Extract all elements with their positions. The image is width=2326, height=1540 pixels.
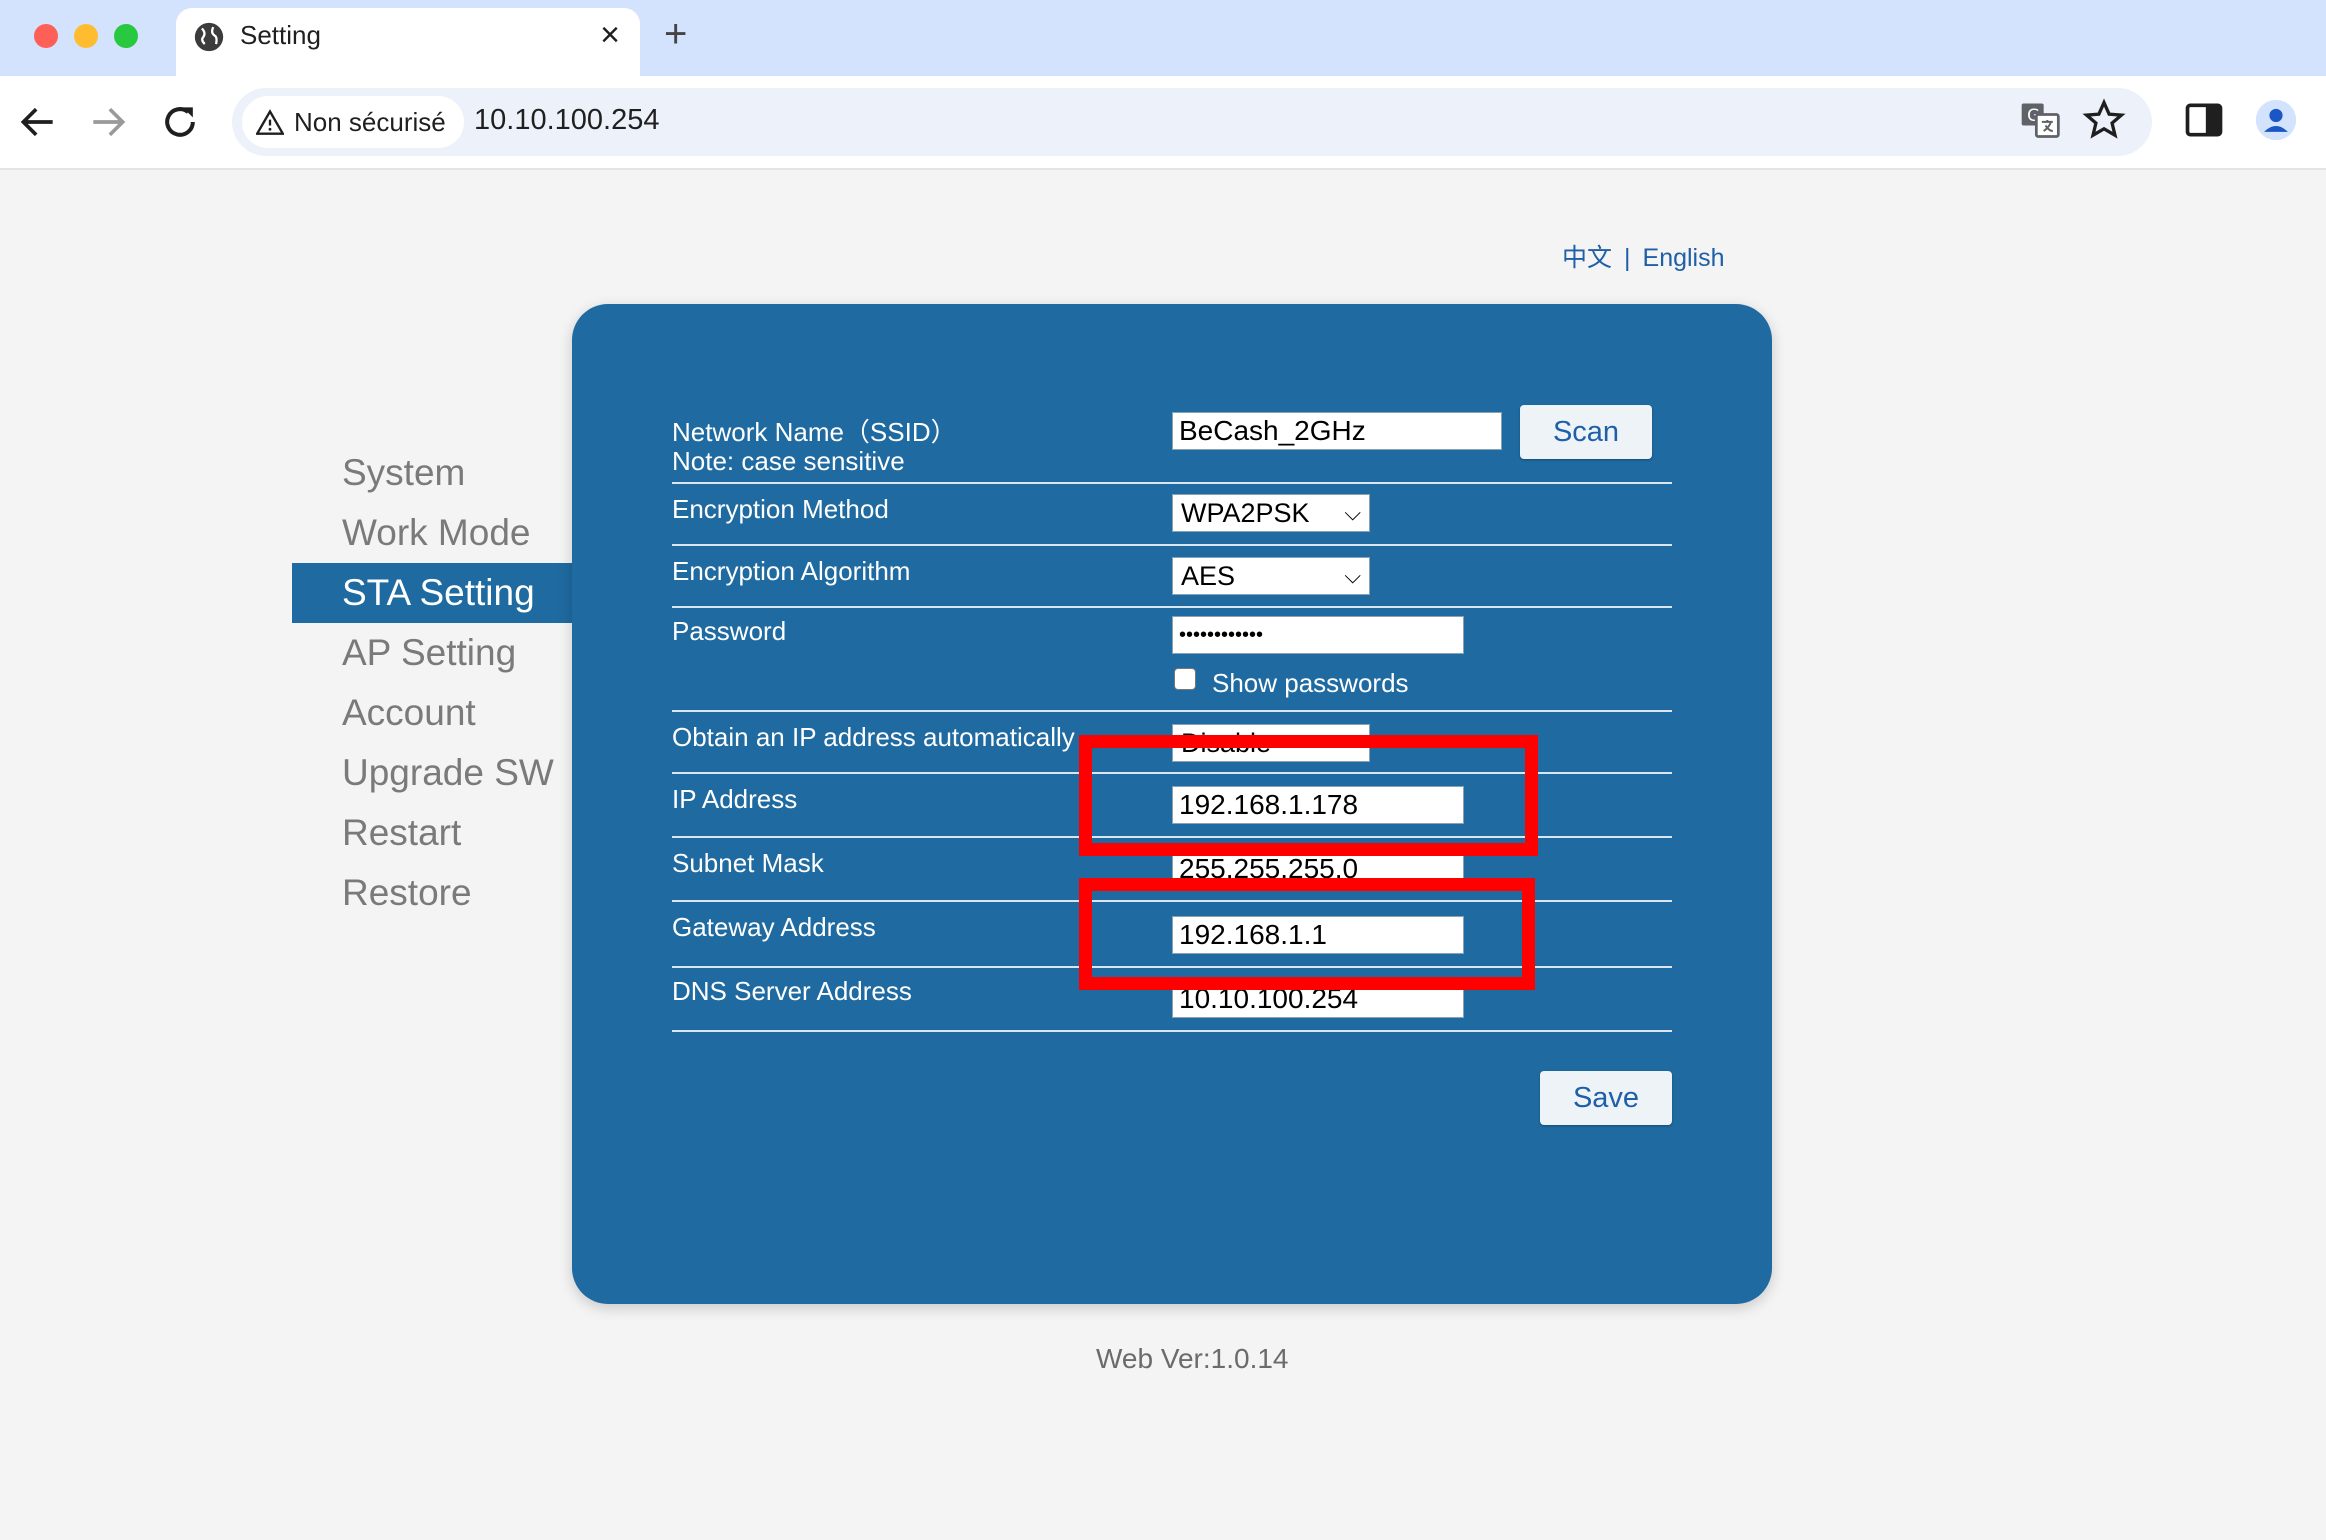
security-chip[interactable]: Non sécurisé bbox=[242, 96, 464, 148]
back-arrow-icon[interactable] bbox=[16, 100, 60, 144]
gateway-label: Gateway Address bbox=[672, 912, 876, 942]
ip-address-highlight bbox=[1079, 735, 1538, 856]
chevron-down-icon: ⌵ bbox=[1344, 563, 1361, 588]
close-window-button[interactable] bbox=[34, 24, 58, 48]
language-switcher: 中文 | English bbox=[1562, 238, 1725, 274]
subnet-mask-label: Subnet Mask bbox=[672, 848, 824, 878]
encryption-method-select[interactable]: WPA2PSK ⌵ bbox=[1172, 494, 1370, 532]
sidebar-item-system[interactable]: System bbox=[292, 443, 572, 503]
scan-button[interactable]: Scan bbox=[1520, 405, 1652, 459]
encryption-method-label: Encryption Method bbox=[672, 494, 889, 524]
new-tab-button[interactable]: + bbox=[664, 14, 687, 54]
save-button[interactable]: Save bbox=[1540, 1071, 1672, 1125]
encryption-method-row: Encryption Method WPA2PSK ⌵ bbox=[672, 482, 1672, 546]
ssid-label: Network Name（SSID） bbox=[672, 417, 957, 447]
browser-tab[interactable]: Setting × bbox=[176, 8, 640, 76]
lang-separator: | bbox=[1624, 244, 1631, 272]
url-text[interactable]: 10.10.100.254 bbox=[474, 104, 659, 137]
minimize-window-button[interactable] bbox=[74, 24, 98, 48]
translate-icon[interactable]: G bbox=[2018, 98, 2062, 142]
dhcp-label: Obtain an IP address automatically bbox=[672, 722, 1075, 752]
ssid-input[interactable]: BeCash_2GHz bbox=[1172, 412, 1502, 450]
ssid-row: Network Name（SSID） Note: case sensitive … bbox=[672, 404, 1672, 484]
bookmark-star-icon[interactable] bbox=[2082, 98, 2126, 142]
password-label: Password bbox=[672, 616, 787, 646]
password-row: Password •••••••••••• Show passwords bbox=[672, 606, 1672, 712]
dns-label: DNS Server Address bbox=[672, 976, 912, 1006]
lang-english-link[interactable]: English bbox=[1643, 244, 1725, 272]
gateway-highlight bbox=[1079, 878, 1535, 990]
profile-avatar-icon[interactable] bbox=[2254, 98, 2298, 142]
sidebar-item-restore[interactable]: Restore bbox=[292, 863, 572, 923]
encryption-algorithm-label: Encryption Algorithm bbox=[672, 556, 911, 586]
address-bar[interactable]: Non sécurisé 10.10.100.254 bbox=[232, 88, 2152, 156]
sidebar-item-work-mode[interactable]: Work Mode bbox=[292, 503, 572, 563]
warning-icon bbox=[256, 109, 284, 135]
tab-strip: Setting × + bbox=[0, 0, 2326, 76]
encryption-algorithm-row: Encryption Algorithm AES ⌵ bbox=[672, 544, 1672, 608]
encryption-algorithm-select[interactable]: AES ⌵ bbox=[1172, 557, 1370, 595]
security-label: Non sécurisé bbox=[294, 106, 446, 137]
maximize-window-button[interactable] bbox=[114, 24, 138, 48]
sidebar-item-restart[interactable]: Restart bbox=[292, 803, 572, 863]
side-panel-icon[interactable] bbox=[2182, 98, 2226, 142]
encryption-algorithm-value: AES bbox=[1181, 561, 1236, 591]
globe-icon bbox=[194, 22, 224, 52]
browser-toolbar: Non sécurisé 10.10.100.254 G bbox=[0, 76, 2326, 170]
sidebar-item-account[interactable]: Account bbox=[292, 683, 572, 743]
lang-chinese-link[interactable]: 中文 bbox=[1562, 244, 1612, 272]
encryption-method-value: WPA2PSK bbox=[1181, 498, 1310, 528]
sidebar-item-sta-setting[interactable]: STA Setting bbox=[292, 563, 572, 623]
forward-arrow-icon[interactable] bbox=[86, 100, 130, 144]
tab-close-icon[interactable]: × bbox=[600, 16, 620, 55]
sidebar-item-upgrade-sw[interactable]: Upgrade SW bbox=[292, 743, 572, 803]
web-version: Web Ver:1.0.14 bbox=[1096, 1343, 1289, 1374]
ssid-note: Note: case sensitive bbox=[672, 446, 905, 476]
show-passwords-checkbox[interactable] bbox=[1174, 668, 1196, 690]
ip-address-label: IP Address bbox=[672, 784, 798, 814]
chevron-down-icon: ⌵ bbox=[1344, 500, 1361, 525]
sidebar-item-ap-setting[interactable]: AP Setting bbox=[292, 623, 572, 683]
show-passwords-label: Show passwords bbox=[1212, 668, 1409, 698]
password-input[interactable]: •••••••••••• bbox=[1172, 616, 1464, 654]
tab-title: Setting bbox=[240, 20, 321, 50]
reload-icon[interactable] bbox=[158, 100, 202, 144]
